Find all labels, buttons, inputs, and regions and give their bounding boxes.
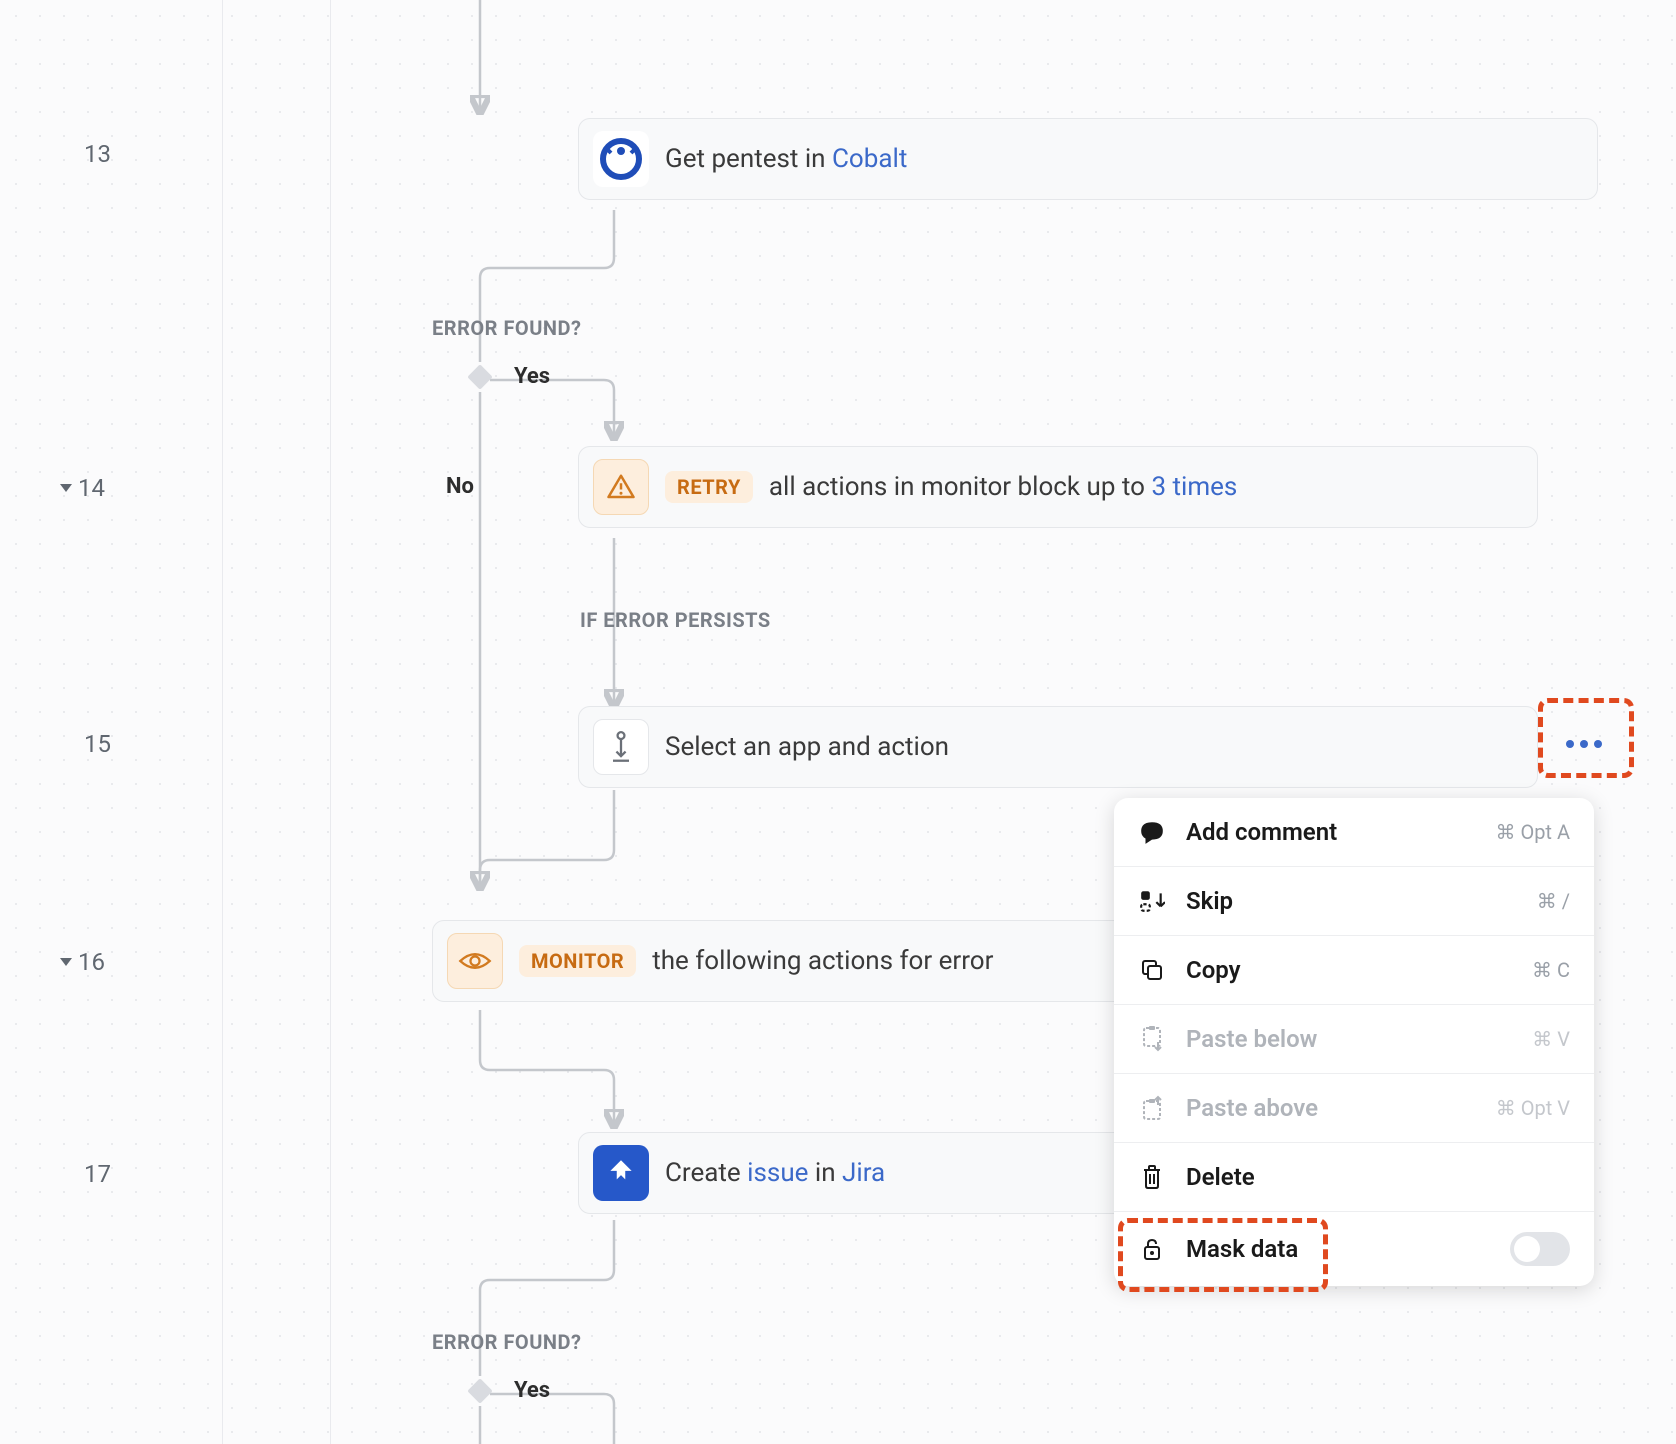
more-button[interactable] [1554,714,1614,774]
menu-shortcut: ⌘ C [1532,958,1570,982]
vertical-guide-2 [330,0,331,1444]
menu-label: Skip [1186,887,1233,915]
label-if-persists: IF ERROR PERSISTS [580,608,771,632]
menu-label: Copy [1186,956,1241,984]
retry-badge: RETRY [665,471,753,503]
comment-icon [1138,818,1166,846]
menu-add-comment[interactable]: Add comment ⌘ Opt A [1114,798,1594,867]
menu-label: Delete [1186,1163,1255,1191]
delete-icon [1138,1163,1166,1191]
menu-shortcut: ⌘ / [1537,889,1570,913]
retry-icon [593,459,649,515]
menu-label: Add comment [1186,818,1337,846]
retry-count-link[interactable]: 3 times [1151,472,1237,502]
card-select-text: Select an app and action [665,732,949,762]
copy-icon [1138,956,1166,984]
branch-no-1: No [446,474,474,499]
caret-down-icon [60,484,72,492]
monitor-badge: MONITOR [519,945,636,977]
paste-above-icon [1138,1094,1166,1122]
issue-link[interactable]: issue [747,1158,808,1188]
card-retry-text: all actions in monitor block up to 3 tim… [769,472,1237,502]
branch-yes-2: Yes [514,1378,550,1403]
menu-shortcut: ⌘ Opt A [1495,820,1570,844]
card-cobalt[interactable]: Get pentest in Cobalt [578,118,1598,200]
context-menu: Add comment ⌘ Opt A Skip ⌘ / Copy ⌘ C Pa… [1114,798,1594,1286]
card-select-action[interactable]: Select an app and action [578,706,1538,788]
label-error-found-1: ERROR FOUND? [432,316,581,340]
menu-skip[interactable]: Skip ⌘ / [1114,867,1594,936]
step-num-text: 17 [84,1160,111,1188]
card-jira-text: Create issue in Jira [665,1158,885,1188]
menu-mask-data[interactable]: Mask data [1114,1212,1594,1286]
vertical-guide-1 [222,0,223,1444]
step-num-text: 13 [84,140,111,168]
caret-down-icon [60,958,72,966]
menu-paste-below: Paste below ⌘ V [1114,1005,1594,1074]
menu-label: Paste below [1186,1025,1317,1053]
menu-label: Paste above [1186,1094,1318,1122]
menu-label: Mask data [1186,1235,1298,1263]
jira-icon [593,1145,649,1201]
paste-below-icon [1138,1025,1166,1053]
card-cobalt-text: Get pentest in Cobalt [665,144,907,174]
step-num-text: 14 [78,474,105,502]
menu-paste-above: Paste above ⌘ Opt V [1114,1074,1594,1143]
menu-copy[interactable]: Copy ⌘ C [1114,936,1594,1005]
step-number-13: 13 [84,140,111,168]
step-number-15: 15 [84,730,111,758]
menu-delete[interactable]: Delete [1114,1143,1594,1212]
select-action-icon [593,719,649,775]
cobalt-link[interactable]: Cobalt [832,144,907,174]
step-number-14[interactable]: 14 [60,474,105,502]
mask-toggle[interactable] [1510,1232,1570,1266]
lock-icon [1138,1235,1166,1263]
jira-link[interactable]: Jira [842,1158,885,1188]
skip-icon [1138,887,1166,915]
card-monitor-text: the following actions for error [652,946,993,976]
branch-yes-1: Yes [514,364,550,389]
step-num-text: 16 [78,948,105,976]
card-retry[interactable]: RETRY all actions in monitor block up to… [578,446,1538,528]
step-num-text: 15 [84,730,111,758]
step-number-17: 17 [84,1160,111,1188]
cobalt-icon [593,131,649,187]
menu-shortcut: ⌘ V [1532,1027,1570,1051]
step-number-16[interactable]: 16 [60,948,105,976]
label-error-found-2: ERROR FOUND? [432,1330,581,1354]
monitor-icon [447,933,503,989]
menu-shortcut: ⌘ Opt V [1496,1096,1570,1120]
